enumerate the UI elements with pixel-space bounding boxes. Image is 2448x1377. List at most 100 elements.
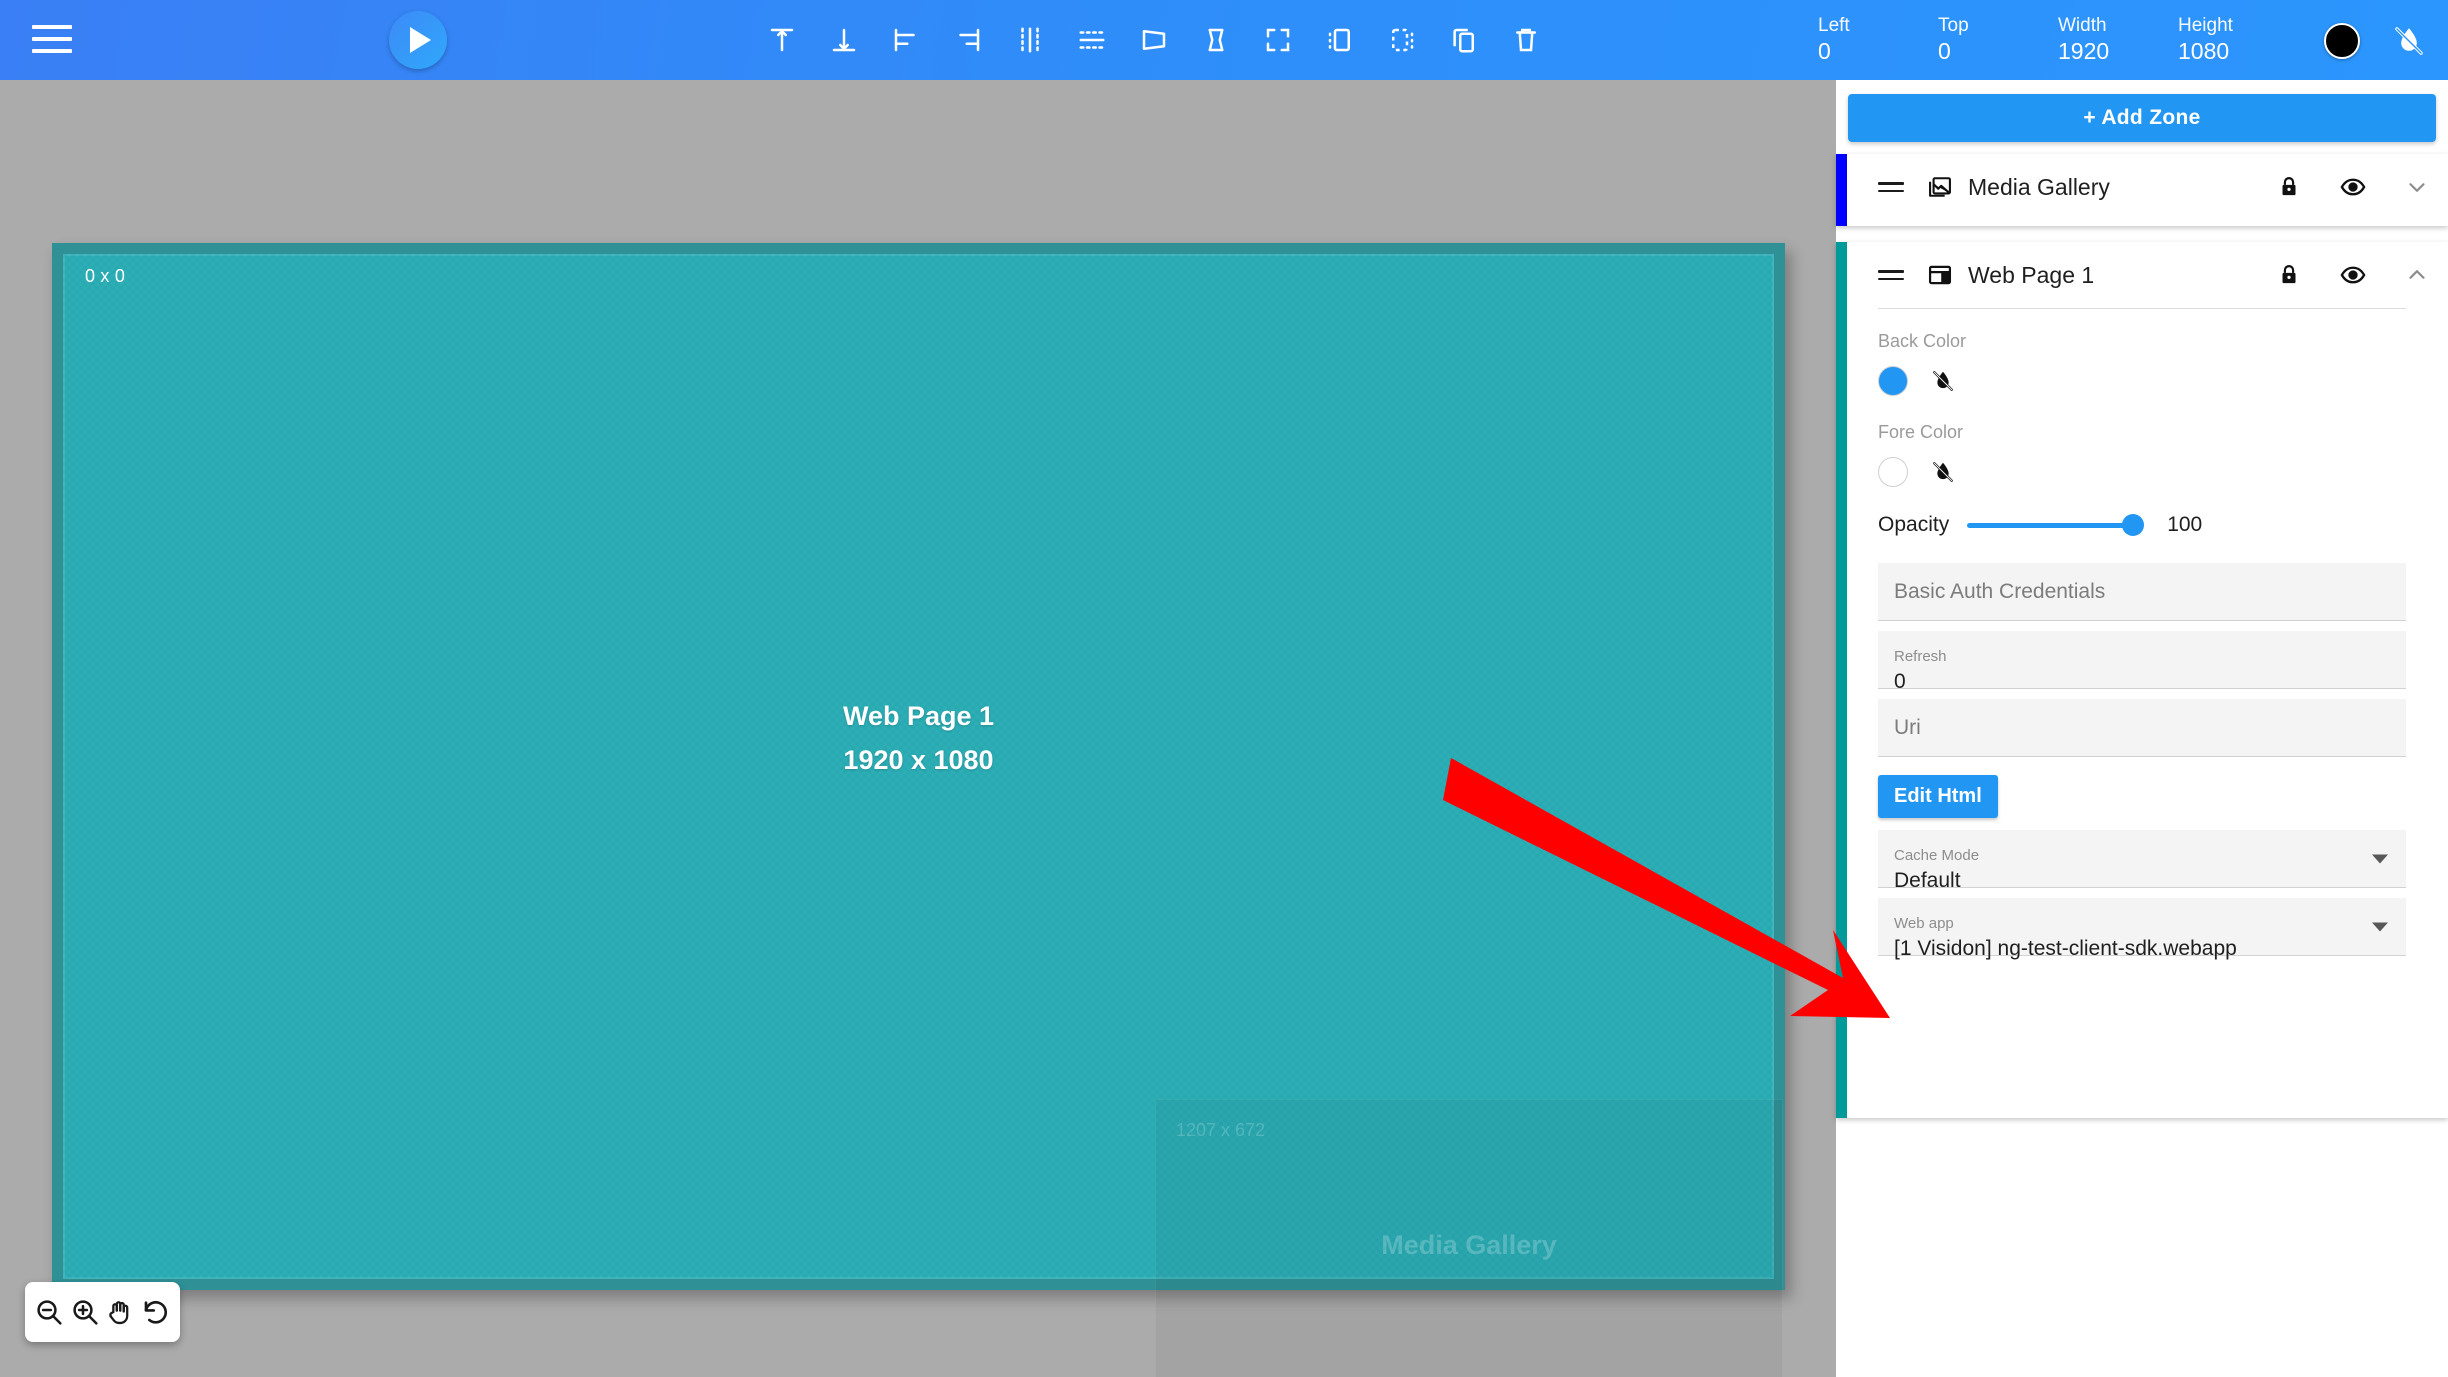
coord-top-value: 0: [1938, 38, 1951, 64]
drag-bar: [1878, 277, 1904, 280]
drag-handle-icon[interactable]: [1878, 177, 1904, 197]
chevron-down-icon[interactable]: [2372, 854, 2388, 863]
color-swatch-button[interactable]: [2324, 23, 2360, 59]
opacity-row: Opacity 100: [1878, 513, 2406, 537]
web-app-select[interactable]: Web app [1 Visidon] ng-test-client-sdk.w…: [1878, 898, 2406, 960]
drag-handle-icon[interactable]: [1878, 265, 1904, 285]
coord-height: Height 1080: [2178, 15, 2298, 65]
fore-color-swatch[interactable]: [1878, 457, 1908, 487]
zone-card-header[interactable]: Media Gallery: [1836, 154, 2448, 220]
coord-width-value: 1920: [2058, 38, 2110, 64]
webpage-zone-center-text: Web Page 1 1920 x 1080: [63, 694, 1774, 782]
back-color-row: [1878, 366, 2406, 396]
lock-icon[interactable]: [2274, 172, 2304, 202]
back-color-swatch[interactable]: [1878, 366, 1908, 396]
fit-to-screen-icon[interactable]: [1256, 18, 1300, 62]
back-color-label: Back Color: [1878, 331, 1967, 351]
stage-frame[interactable]: 0 x 0 Web Page 1 1920 x 1080 1207 x 672 …: [52, 243, 1785, 1377]
opacity-slider-thumb[interactable]: [2122, 514, 2145, 536]
opacity-value: 100: [2167, 513, 2203, 536]
drag-bar: [1878, 270, 1904, 273]
pan-hand-icon[interactable]: [103, 1295, 137, 1329]
no-color-icon[interactable]: [1930, 459, 1956, 485]
send-to-back-icon[interactable]: [1380, 18, 1424, 62]
coord-height-value: 1080: [2178, 38, 2230, 64]
align-top-icon[interactable]: [760, 18, 804, 62]
coord-width: Width 1920: [2058, 15, 2178, 65]
zone-actions: [2274, 172, 2432, 202]
stage-size-label: 0 x 0: [85, 266, 126, 286]
refresh-value: 0: [1894, 670, 1906, 693]
eye-icon[interactable]: [2338, 172, 2368, 202]
coord-left-label: Left: [1818, 15, 1850, 36]
webpage-zone-title: Web Page 1: [842, 701, 995, 731]
fore-color-row: [1878, 457, 2406, 487]
web-app-value: [1 Visidon] ng-test-client-sdk.webapp: [1894, 937, 2237, 960]
refresh-field[interactable]: Refresh 0: [1878, 631, 2406, 693]
cache-mode-select[interactable]: Cache Mode Default: [1878, 830, 2406, 892]
hamburger-bar: [32, 37, 72, 41]
coord-width-label: Width: [2058, 15, 2107, 36]
zone-card-header[interactable]: Web Page 1: [1836, 242, 2448, 308]
webpage-zone-resolution: 1920 x 1080: [843, 745, 994, 775]
web-page-icon: [1926, 261, 1954, 289]
add-zone-button[interactable]: + Add Zone: [1848, 94, 2436, 142]
coord-top: Top 0: [1938, 15, 2058, 65]
chevron-up-icon[interactable]: [2402, 260, 2432, 290]
align-right-icon[interactable]: [946, 18, 990, 62]
reset-view-icon[interactable]: [139, 1295, 173, 1329]
web-app-label: Web app: [1894, 915, 1954, 932]
play-button[interactable]: [389, 11, 447, 69]
edit-html-button[interactable]: Edit Html: [1878, 775, 1998, 818]
fore-color-label: Fore Color: [1878, 422, 1964, 442]
zoom-out-icon[interactable]: [32, 1295, 66, 1329]
media-gallery-zone-size: 1207 x 672: [1176, 1120, 1266, 1140]
cache-mode-value: Default: [1894, 869, 1961, 892]
eye-icon[interactable]: [2338, 260, 2368, 290]
coord-left: Left 0: [1818, 15, 1938, 65]
zones-panel: + Add Zone Media Gallery Web Page 1 Back…: [1836, 80, 2448, 1377]
duplicate-icon[interactable]: [1442, 18, 1486, 62]
zone-card-media-gallery[interactable]: Media Gallery: [1836, 154, 2448, 226]
chevron-down-icon[interactable]: [2372, 922, 2388, 931]
no-color-icon[interactable]: [1930, 368, 1956, 394]
zone-card-web-page-1[interactable]: Web Page 1 Back Color Fore Color Opacity…: [1836, 242, 2448, 1118]
zone-title: Web Page 1: [1968, 261, 2095, 288]
canvas-zoom-toolbar: [25, 1282, 180, 1342]
bring-to-front-icon[interactable]: [1318, 18, 1362, 62]
cache-mode-label: Cache Mode: [1894, 847, 1980, 864]
image-gallery-icon: [1926, 173, 1954, 201]
hamburger-menu-icon[interactable]: [32, 22, 72, 56]
match-height-icon[interactable]: [1194, 18, 1238, 62]
zone-accent-bar: [1836, 242, 1847, 1118]
distribute-vertical-icon[interactable]: [1070, 18, 1114, 62]
basic-auth-field[interactable]: Basic Auth Credentials: [1878, 563, 2406, 621]
hamburger-bar: [32, 49, 72, 53]
opacity-slider[interactable]: [1967, 514, 2145, 536]
web-page-properties-form: Back Color Fore Color Opacity 100 Basic …: [1836, 309, 2448, 992]
selection-coordinates: Left 0 Top 0 Width 1920 Height 1080: [1818, 0, 2298, 80]
top-toolbar: Left 0 Top 0 Width 1920 Height 1080: [0, 0, 2448, 80]
zoom-in-icon[interactable]: [68, 1295, 102, 1329]
stage-surface[interactable]: 0 x 0 Web Page 1 1920 x 1080 1207 x 672 …: [63, 254, 1783, 1377]
uri-placeholder: Uri: [1894, 716, 1921, 739]
opacity-label: Opacity: [1878, 513, 1950, 536]
refresh-label: Refresh: [1894, 648, 1947, 665]
play-icon: [410, 27, 431, 53]
match-width-icon[interactable]: [1132, 18, 1176, 62]
delete-icon[interactable]: [1504, 18, 1548, 62]
align-bottom-icon[interactable]: [822, 18, 866, 62]
design-canvas[interactable]: 0 x 0 Web Page 1 1920 x 1080 1207 x 672 …: [0, 80, 1836, 1377]
align-left-icon[interactable]: [884, 18, 928, 62]
media-gallery-zone-title: Media Gallery: [1381, 1230, 1557, 1260]
lock-icon[interactable]: [2274, 260, 2304, 290]
coord-left-value: 0: [1818, 38, 1831, 64]
basic-auth-placeholder: Basic Auth Credentials: [1894, 580, 2106, 603]
chevron-down-icon[interactable]: [2402, 172, 2432, 202]
uri-field[interactable]: Uri: [1878, 699, 2406, 757]
no-color-icon[interactable]: [2392, 24, 2426, 58]
media-gallery-zone[interactable]: 1207 x 672 Media Gallery: [1155, 1099, 1783, 1377]
zone-actions: [2274, 260, 2432, 290]
distribute-horizontal-icon[interactable]: [1008, 18, 1052, 62]
coord-top-label: Top: [1938, 15, 1969, 36]
